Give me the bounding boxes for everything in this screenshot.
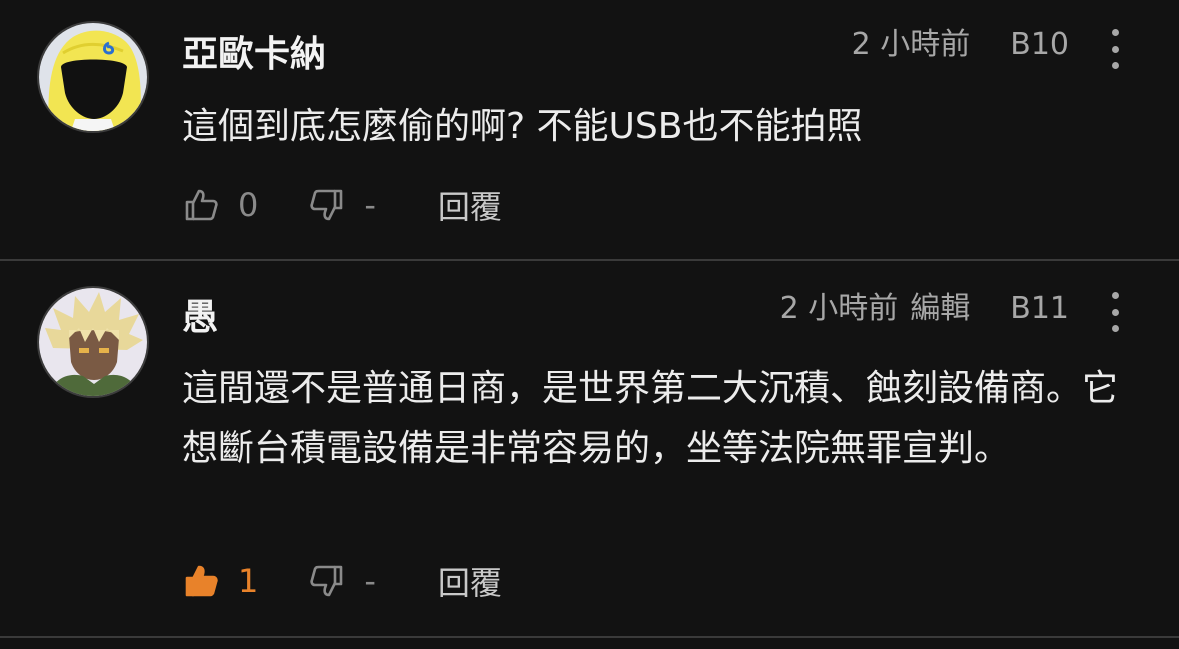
thumbs-up-icon bbox=[185, 565, 218, 597]
avatar[interactable] bbox=[37, 21, 149, 133]
comment-meta: 2 小時前 B10 bbox=[852, 30, 1069, 60]
avatar[interactable] bbox=[37, 286, 149, 398]
timestamp: 2 小時前 bbox=[779, 291, 899, 326]
comment-b11: 愚 2 小時前 編輯 B11 這間還不是普通日商，是世界第二大沉積、蝕刻設備商。… bbox=[0, 261, 1179, 636]
comment-b10: 亞歐卡納 2 小時前 B10 這個到底怎麼偷的啊? 不能USB也不能拍照 0 -… bbox=[0, 0, 1179, 259]
thumbs-down-icon bbox=[310, 565, 343, 597]
thumbs-down-icon bbox=[310, 189, 343, 221]
dislike-count: - bbox=[364, 562, 376, 600]
comment-actions: 1 - 回覆 bbox=[184, 559, 502, 603]
dislike-button[interactable]: - bbox=[308, 562, 376, 600]
more-options-icon[interactable] bbox=[1103, 292, 1127, 332]
like-count: 0 bbox=[238, 186, 259, 224]
like-button[interactable]: 1 bbox=[184, 562, 258, 600]
anime-character-avatar-icon bbox=[39, 288, 147, 396]
comment-meta: 2 小時前 編輯 B11 bbox=[780, 294, 1069, 324]
thumbs-up-icon bbox=[185, 189, 218, 221]
comment-actions: 0 - 回覆 bbox=[184, 183, 502, 227]
like-count: 1 bbox=[238, 562, 259, 600]
masked-figure-avatar-icon bbox=[39, 23, 147, 131]
reply-button[interactable]: 回覆 bbox=[438, 182, 502, 228]
like-button[interactable]: 0 bbox=[184, 186, 258, 224]
comment-text: 這間還不是普通日商，是世界第二大沉積、蝕刻設備商。它想斷台積電設備是非常容易的，… bbox=[182, 368, 1119, 469]
floor-number: B10 bbox=[1010, 27, 1069, 62]
timestamp: 2 小時前 bbox=[851, 27, 971, 62]
more-options-icon[interactable] bbox=[1103, 29, 1127, 69]
edited-label: 編輯 bbox=[910, 291, 971, 326]
comment-text: 這個到底怎麼偷的啊? 不能USB也不能拍照 bbox=[182, 106, 863, 147]
reply-button[interactable]: 回覆 bbox=[438, 558, 502, 604]
username[interactable]: 亞歐卡納 bbox=[182, 37, 326, 73]
dislike-count: - bbox=[364, 186, 376, 224]
floor-number: B11 bbox=[1010, 291, 1069, 326]
divider bbox=[0, 636, 1179, 638]
dislike-button[interactable]: - bbox=[308, 186, 376, 224]
username[interactable]: 愚 bbox=[182, 300, 218, 336]
